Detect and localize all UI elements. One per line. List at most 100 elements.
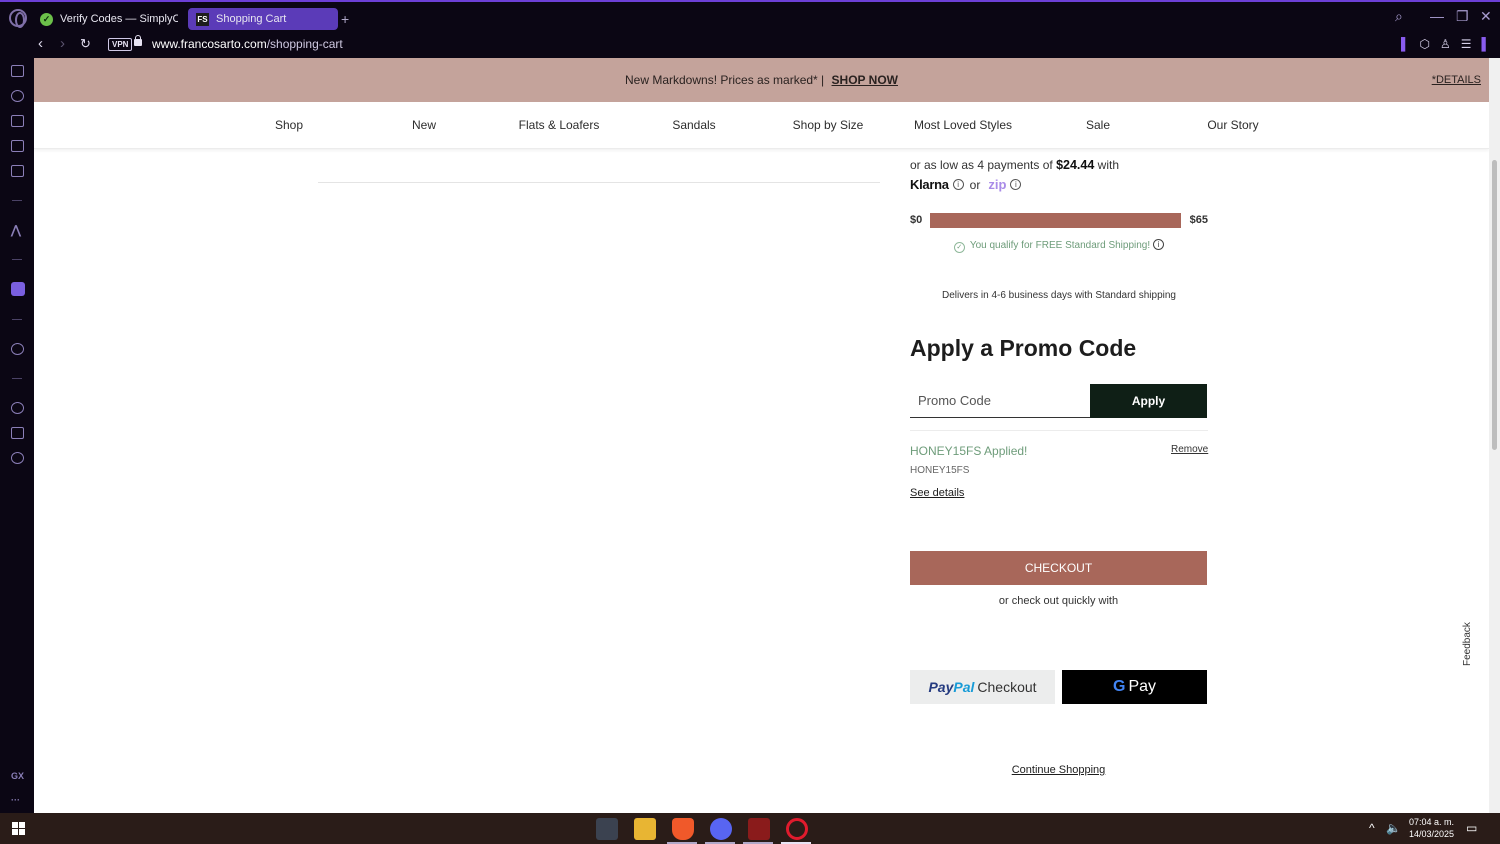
paypal-brand-pay: Pay [928,679,954,695]
zip-info-icon[interactable]: i [1010,179,1022,190]
tab-shopping-cart[interactable]: FS Shopping Cart [188,8,338,30]
promo-banner: New Markdowns! Prices as marked* | SHOP … [34,58,1489,102]
promo-code-input[interactable] [910,384,1090,418]
checkout-button[interactable]: CHECKOUT [910,551,1207,585]
history-icon[interactable] [11,402,24,414]
url-path: /shopping-cart [266,37,343,51]
nav-shop-by-size[interactable]: Shop by Size [793,118,864,132]
taskbar-app-avatar-icon[interactable] [596,818,618,840]
shipping-qualify-row: ✓ You qualify for FREE Standard Shipping!… [910,239,1208,253]
address-bar: ‹ › ↻ VPN www.francosarto.com/shopping-c… [0,32,1500,58]
copilot-icon[interactable]: ⋀ [11,223,21,237]
url-domain: www.francosarto.com [152,37,267,51]
continue-shopping-link[interactable]: Continue Shopping [910,764,1207,776]
shop-now-link[interactable]: SHOP NOW [832,73,898,87]
reload-icon[interactable]: ↻ [80,36,91,52]
paypal-brand-pal: Pal [953,679,975,695]
new-tab-plus-icon[interactable]: + [341,12,349,26]
nav-shop[interactable]: Shop [275,118,303,132]
promo-code-heading: Apply a Promo Code [910,335,1137,361]
news-icon[interactable] [11,65,24,77]
nav-sandals[interactable]: Sandals [672,118,715,132]
tab-title: Verify Codes — SimplyCodes [60,13,178,25]
url-field[interactable]: www.francosarto.com/shopping-cart [152,37,343,51]
fs-favicon-icon: FS [196,12,209,26]
easy-setup-menu-icon[interactable]: ☰ [1461,37,1472,51]
search-tabs-icon[interactable]: ⌕ [1395,8,1403,25]
or-label: or [969,177,981,192]
shipping-info-icon[interactable]: i [1153,239,1165,250]
nav-sale[interactable]: Sale [1086,118,1110,132]
zip-logo[interactable]: zip [988,177,1006,192]
sidebar-toggle-icon[interactable]: ▌ [1401,37,1410,51]
player-icon[interactable] [11,343,24,355]
shipping-min: $0 [910,214,923,226]
nav-flats-loafers[interactable]: Flats & Loafers [519,118,600,132]
discord-icon[interactable] [710,818,732,840]
volume-icon[interactable]: 🔈 [1386,821,1401,835]
settings-gear-icon[interactable] [11,452,24,464]
more-dots-icon[interactable]: ··· [11,795,20,805]
file-explorer-icon[interactable] [634,818,656,840]
clock-date: 14/03/2025 [1409,829,1455,839]
klarna-logo[interactable]: Klarna [910,177,949,192]
nav-our-story[interactable]: Our Story [1207,118,1258,132]
gx-icon[interactable]: GX [11,771,24,781]
zip-label: zip [988,177,1007,192]
sidebar-accent-icon: ▌ [1481,37,1490,51]
extensions-cube-icon[interactable]: ⬡ [1419,37,1429,51]
feedback-tab[interactable]: Feedback [1462,616,1473,666]
notifications-icon[interactable]: ▭ [1466,821,1477,835]
opera-menu-icon[interactable] [9,9,27,28]
windows-start-icon[interactable] [12,822,25,835]
tab-verify-codes[interactable]: ✓ Verify Codes — SimplyCodes [32,8,182,30]
taskbar-clock[interactable]: 07:04 a. m. 14/03/2025 [1409,816,1454,840]
apply-button[interactable]: Apply [1090,384,1207,418]
quick-checkout-text: or check out quickly with [998,595,1119,607]
twitch-icon[interactable] [11,282,25,296]
installments-block: or as low as 4 payments of $24.44 with K… [910,158,1207,192]
lock-icon[interactable] [134,35,142,46]
shopping-icon[interactable] [11,115,24,127]
shipping-qualify-text: You qualify for FREE Standard Shipping! [969,240,1151,251]
voicemeeter-icon[interactable] [748,818,770,840]
klarna-info-icon[interactable]: i [952,179,964,190]
remove-promo-link[interactable]: Remove [1171,444,1208,455]
promo-separator [910,430,1208,431]
profile-icon[interactable]: ♙ [1440,37,1451,51]
gpay-label: Pay [1128,678,1157,695]
details-link[interactable]: *DETAILS [1432,74,1481,86]
back-icon[interactable]: ‹ [38,36,43,52]
google-pay-button[interactable]: G Pay [1062,670,1207,704]
tray-chevron-icon[interactable]: ^ [1369,821,1375,835]
paypal-checkout-label: Checkout [977,679,1037,695]
see-details-link[interactable]: See details [910,487,964,499]
delivery-estimate: Delivers in 4-6 business days with Stand… [941,290,1176,301]
simplycodes-check-icon: ✓ [40,12,53,26]
bnpl-providers: Klarna i or zip i [910,177,1207,192]
web-page: New Markdowns! Prices as marked* | SHOP … [34,58,1489,813]
aria-ai-icon[interactable] [11,90,24,102]
messenger-icon[interactable] [11,165,24,177]
nav-most-loved-styles[interactable]: Most Loved Styles [914,118,1012,132]
vpn-badge[interactable]: VPN [108,38,133,51]
google-g-icon: G [1112,678,1126,695]
forward-icon[interactable]: › [60,36,65,52]
extensions-icon[interactable] [11,427,24,439]
installments-text: or as low as 4 payments of $24.44 with [910,158,1207,172]
banner-text: New Markdowns! Prices as marked* | [625,73,825,87]
maximize-icon[interactable]: ❐ [1456,8,1469,25]
page-scrollbar[interactable] [1489,58,1500,813]
close-window-icon[interactable]: ✕ [1480,8,1492,25]
paypal-checkout-button[interactable]: PayPal Checkout [910,670,1055,704]
shipping-max: $65 [1189,214,1208,226]
windows-taskbar: ^ 🔈 07:04 a. m. 14/03/2025 ▭ [0,813,1500,844]
minimize-icon[interactable]: — [1430,8,1444,24]
brave-browser-icon[interactable] [672,818,694,840]
wallet-icon[interactable] [11,140,24,152]
opera-gx-taskbar-icon[interactable] [786,818,808,840]
sidebar-separator [12,200,22,201]
scrollbar-thumb[interactable] [1492,160,1497,450]
shipping-progress-fill [930,213,1181,228]
nav-new[interactable]: New [412,118,436,132]
